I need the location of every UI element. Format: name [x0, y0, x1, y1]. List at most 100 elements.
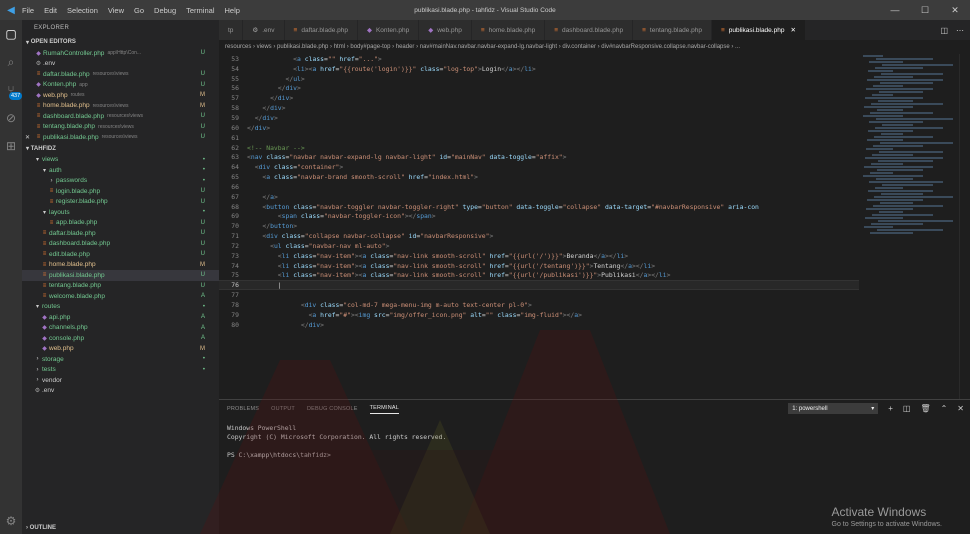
tree-folder[interactable]: › tests •: [22, 365, 219, 376]
panel-tab-terminal[interactable]: TERMINAL: [369, 405, 399, 414]
code-line[interactable]: 59 </div>: [219, 113, 859, 123]
minimap[interactable]: [859, 54, 959, 399]
code-line[interactable]: 70 </button>: [219, 221, 859, 231]
minimize-icon[interactable]: —: [880, 0, 910, 20]
tree-folder[interactable]: ▾ views •: [22, 155, 219, 166]
editor-tab[interactable]: ⚙ .env: [243, 20, 285, 40]
panel-tab-problems[interactable]: PROBLEMS: [227, 406, 259, 412]
code-line[interactable]: 56 </div>: [219, 84, 859, 94]
more-actions-icon[interactable]: ⋯: [956, 26, 964, 35]
tree-file[interactable]: ≡ daftar.blade.php U: [22, 228, 219, 239]
tree-file[interactable]: ≡ register.blade.php U: [22, 197, 219, 208]
editor-tab[interactable]: ≡ dashboard.blade.php: [545, 20, 634, 40]
open-editor-item[interactable]: ≡ dashboard.blade.php resources\views U: [22, 111, 219, 122]
code-line[interactable]: 61: [219, 133, 859, 143]
close-icon[interactable]: ✕: [25, 134, 30, 141]
code-line[interactable]: 74 <li class="nav-item"><a class="nav-li…: [219, 261, 859, 271]
tree-file[interactable]: ≡ login.blade.php U: [22, 186, 219, 197]
close-icon[interactable]: ✕: [940, 0, 970, 20]
terminal-select[interactable]: 1: powershell ▾: [788, 403, 879, 414]
tree-file[interactable]: ≡ app.blade.php U: [22, 218, 219, 229]
open-editor-item[interactable]: ◆ RumahController.php app\Http\Con... U: [22, 48, 219, 59]
menu-item-file[interactable]: File: [22, 6, 34, 15]
code-line[interactable]: 54 <li><a href="{{route('login')}}" clas…: [219, 64, 859, 74]
open-editor-item[interactable]: ◆ web.php routes M: [22, 90, 219, 101]
tree-file[interactable]: ≡ edit.blade.php U: [22, 249, 219, 260]
panel-tab-debug-console[interactable]: DEBUG CONSOLE: [307, 406, 358, 412]
menu-item-debug[interactable]: Debug: [154, 6, 176, 15]
settings-gear-icon[interactable]: ⚙: [0, 514, 22, 528]
code-line[interactable]: 73 <li class="nav-item"><a class="nav-li…: [219, 251, 859, 261]
menu-item-help[interactable]: Help: [224, 6, 239, 15]
code-line[interactable]: 68 <button class="navbar-toggler navbar-…: [219, 202, 859, 212]
code-editor[interactable]: 53 <a class="" href="..."> 54 <li><a href…: [219, 54, 859, 399]
editor-tab[interactable]: ◆ web.php: [419, 20, 472, 40]
close-panel-icon[interactable]: ✕: [957, 404, 964, 413]
breadcrumb[interactable]: resources › views › publikasi.blade.php …: [219, 40, 970, 54]
code-line[interactable]: 53 <a class="" href="...">: [219, 54, 859, 64]
open-editors-header[interactable]: ▾ OPEN EDITORS: [22, 36, 219, 48]
tree-file[interactable]: ≡ home.blade.php M: [22, 260, 219, 271]
debug-icon[interactable]: ⊘: [0, 104, 22, 132]
tree-file[interactable]: ◆ web.php M: [22, 344, 219, 355]
trash-icon[interactable]: 🗑: [920, 404, 930, 413]
tree-file[interactable]: ⚙ .env: [22, 386, 219, 397]
tree-file[interactable]: ◆ api.php A: [22, 312, 219, 323]
code-line[interactable]: 75 <li class="nav-item"><a class="nav-li…: [219, 271, 859, 281]
extensions-icon[interactable]: ⊞: [0, 132, 22, 160]
menu-item-view[interactable]: View: [108, 6, 124, 15]
code-line[interactable]: 66: [219, 182, 859, 192]
source-control-icon[interactable]: ⑂ 437: [0, 76, 23, 104]
open-editor-item[interactable]: ≡ home.blade.php resources\views M: [22, 101, 219, 112]
code-line[interactable]: 80 </div>: [219, 320, 859, 330]
add-terminal-icon[interactable]: +: [888, 404, 893, 413]
close-tab-icon[interactable]: ✕: [790, 26, 795, 34]
code-line[interactable]: 57 </div>: [219, 93, 859, 103]
code-line[interactable]: 58 </div>: [219, 103, 859, 113]
code-line[interactable]: 77: [219, 290, 859, 300]
editor-tab[interactable]: ≡ tentang.blade.php: [633, 20, 712, 40]
panel-tab-output[interactable]: OUTPUT: [271, 406, 295, 412]
search-icon[interactable]: ⌕: [0, 48, 22, 76]
code-line[interactable]: 65 <a class="navbar-brand smooth-scroll"…: [219, 172, 859, 182]
menu-item-go[interactable]: Go: [134, 6, 144, 15]
menu-item-edit[interactable]: Edit: [44, 6, 57, 15]
split-editor-icon[interactable]: ◫: [940, 26, 948, 35]
code-line[interactable]: 69 <span class="navbar-toggler-icon"></s…: [219, 212, 859, 222]
tree-file[interactable]: ◆ channels.php A: [22, 323, 219, 334]
code-line[interactable]: 55 </ul>: [219, 74, 859, 84]
code-line[interactable]: 63 <nav class="navbar navbar-expand-lg na…: [219, 152, 859, 162]
editor-tab[interactable]: ≡ home.blade.php: [471, 20, 546, 40]
tree-folder[interactable]: ▾ routes •: [22, 302, 219, 313]
outline-header[interactable]: › OUTLINE: [22, 522, 219, 534]
menu-item-selection[interactable]: Selection: [67, 6, 98, 15]
editor-tab[interactable]: tp: [219, 20, 244, 40]
tree-file[interactable]: ≡ dashboard.blade.php U: [22, 239, 219, 250]
code-line[interactable]: 67 </a>: [219, 192, 859, 202]
tree-file[interactable]: ◆ console.php A: [22, 333, 219, 344]
tree-folder[interactable]: › passwords •: [22, 176, 219, 187]
editor-tab[interactable]: ◆ Konten.php: [357, 20, 420, 40]
chevron-up-icon[interactable]: ⌃: [941, 404, 948, 413]
tree-folder[interactable]: ▾ layouts •: [22, 207, 219, 218]
tree-file[interactable]: ≡ welcome.blade.php A: [22, 291, 219, 302]
open-editor-item[interactable]: ≡ daftar.blade.php resources\views U: [22, 69, 219, 80]
split-terminal-icon[interactable]: ◫: [903, 404, 911, 413]
code-line[interactable]: 64 <div class="container">: [219, 162, 859, 172]
open-editor-item[interactable]: ◆ Konten.php app U: [22, 80, 219, 91]
explorer-icon[interactable]: ▢: [0, 20, 22, 48]
code-line[interactable]: 76 |: [219, 280, 859, 291]
project-header[interactable]: ▾ TAHFIDZ: [22, 143, 219, 155]
tree-folder[interactable]: ▾ auth •: [22, 165, 219, 176]
open-editor-item[interactable]: ⚙ .env: [22, 59, 219, 70]
open-editor-item[interactable]: ✕ ≡ publikasi.blade.php resources\views U: [22, 132, 219, 143]
code-line[interactable]: 71 <div class="collapse navbar-collapse"…: [219, 231, 859, 241]
code-line[interactable]: 62 <!-- Navbar -->: [219, 143, 859, 153]
code-line[interactable]: 79 <a href="#"><img src="img/offer_icon.…: [219, 310, 859, 320]
tree-file[interactable]: ≡ tentang.blade.php U: [22, 281, 219, 292]
open-editor-item[interactable]: ≡ tentang.blade.php resources\views U: [22, 122, 219, 133]
terminal-output[interactable]: Windows PowerShell Copyright (C) Microsof…: [219, 418, 970, 466]
editor-tab[interactable]: ≡ publikasi.blade.php ✕: [711, 20, 806, 40]
code-line[interactable]: 72 <ul class="navbar-nav ml-auto">: [219, 241, 859, 251]
code-line[interactable]: 60 </div>: [219, 123, 859, 133]
